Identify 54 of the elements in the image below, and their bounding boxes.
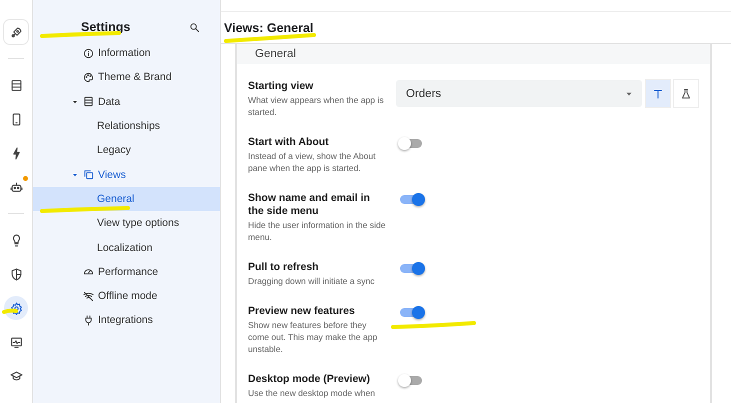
search-icon (189, 22, 200, 32)
toggle-switch[interactable] (400, 262, 424, 274)
sidebar-item[interactable]: Performance (33, 260, 220, 284)
toggle-switch[interactable] (400, 193, 424, 205)
setting-description: Instead of a view, show the About pane when the app is started. (248, 150, 377, 174)
setting-label: Desktop mode (Preview) (248, 373, 371, 386)
highlighter-mark (2, 308, 18, 314)
plug-icon (83, 314, 94, 326)
sidebar-subitem[interactable]: Relationships (33, 114, 220, 138)
monitor-chart-icon (10, 336, 22, 348)
sidebar-subitem[interactable]: Localization (33, 235, 220, 260)
settings-icon (10, 302, 22, 314)
sidebar-item[interactable]: Theme & Brand (33, 65, 220, 90)
setting-description: Hide the user information in the side menu. (248, 219, 387, 243)
palette-icon (83, 72, 94, 83)
table-icon (83, 96, 94, 108)
sidebar-item[interactable]: Information (33, 41, 220, 66)
rail-button[interactable] (4, 20, 28, 44)
setting-label: Starting view (248, 80, 314, 93)
mode-button[interactable] (674, 80, 698, 107)
graduation-cap-icon (10, 370, 22, 382)
toggle-switch[interactable] (400, 137, 424, 149)
sidebar-subitem[interactable]: View type options (33, 211, 220, 236)
setting-description: What view appears when the app is started. (248, 94, 385, 118)
robot-icon (10, 180, 22, 194)
sidebar-item[interactable]: Data (33, 90, 220, 114)
phone-icon (10, 112, 22, 126)
rail-button[interactable] (4, 296, 28, 320)
shield-icon (10, 268, 22, 280)
sidebar-item[interactable]: Offline mode (33, 284, 220, 308)
sidebar-title: Settings (81, 20, 130, 34)
text-icon (652, 88, 664, 100)
toggle-switch[interactable] (400, 374, 424, 386)
toggle-switch[interactable] (400, 306, 424, 318)
setting-description: Use the new desktop mode when (248, 387, 376, 399)
sidebar-item[interactable]: Integrations (33, 308, 220, 333)
setting-description: Show new features before they come out. This may make the app unstable. (248, 319, 378, 355)
search-button[interactable] (189, 22, 200, 32)
sidebar-subitem[interactable]: General (33, 186, 220, 212)
info-icon (83, 48, 94, 59)
starting-view-dropdown[interactable]: Orders (396, 80, 642, 107)
setting-label: Preview new features (248, 305, 356, 318)
setting-label: Pull to refresh (248, 261, 320, 274)
flask-icon (680, 88, 692, 100)
table-icon (10, 78, 22, 92)
setting-description: Dragging down will initiate a sync (248, 275, 376, 287)
mode-button[interactable] (646, 80, 670, 107)
section-title: General (237, 44, 710, 64)
stacked-squares-icon (83, 169, 94, 180)
wifi-off-icon (83, 290, 94, 302)
sidebar-subitem[interactable]: Legacy (33, 138, 220, 162)
sidebar-item[interactable]: Views (33, 162, 220, 187)
setting-label: Start with About (248, 136, 330, 149)
setting-label: Show name and email in the side menu (248, 192, 371, 218)
